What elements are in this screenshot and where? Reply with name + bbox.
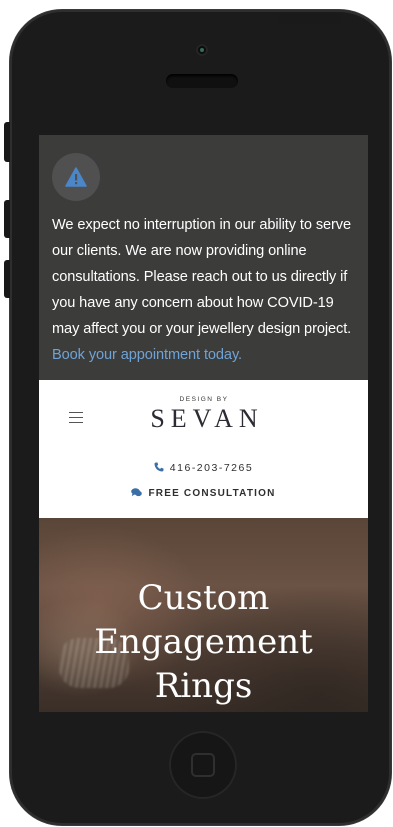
- warning-triangle-icon: [65, 167, 87, 187]
- alert-icon-circle: [52, 153, 100, 201]
- free-consultation-label: FREE CONSULTATION: [148, 488, 276, 499]
- volume-down-button: [4, 260, 10, 298]
- home-button-icon: [191, 753, 215, 777]
- chat-bubble-icon: [131, 488, 143, 497]
- phone-link[interactable]: 416-203-7265: [39, 462, 368, 474]
- power-button: [278, 14, 341, 24]
- book-appointment-link[interactable]: Book your appointment today.: [52, 347, 242, 363]
- hero-title-line-1: Custom: [137, 578, 270, 618]
- free-consultation-link[interactable]: FREE CONSULTATION: [39, 488, 368, 499]
- logo-tagline: DESIGN BY: [179, 396, 229, 403]
- hero-banner: Custom Engagement Rings: [39, 518, 368, 712]
- phone-screen: We expect no interruption in our ability…: [39, 135, 368, 712]
- front-camera: [196, 44, 208, 56]
- hero-title-line-2: Engagement: [94, 622, 313, 662]
- phone-icon: [154, 462, 164, 472]
- hero-title: Custom Engagement Rings: [39, 576, 368, 708]
- logo-wordmark: SEVAN: [150, 404, 264, 433]
- phone-number: 416-203-7265: [169, 462, 254, 474]
- covid-alert-banner: We expect no interruption in our ability…: [39, 135, 368, 380]
- home-button[interactable]: [169, 731, 237, 799]
- hero-title-line-3: Rings: [154, 666, 253, 706]
- earpiece-speaker: [166, 74, 238, 88]
- hamburger-menu-icon[interactable]: [69, 412, 83, 424]
- alert-message: We expect no interruption in our ability…: [52, 212, 362, 368]
- site-logo[interactable]: DESIGN BY SEVAN: [129, 396, 279, 434]
- alert-message-text: We expect no interruption in our ability…: [52, 217, 352, 337]
- site-header: DESIGN BY SEVAN 416-203-7265 FREE CONSUL…: [39, 380, 368, 518]
- mute-switch: [4, 122, 10, 162]
- volume-up-button: [4, 200, 10, 238]
